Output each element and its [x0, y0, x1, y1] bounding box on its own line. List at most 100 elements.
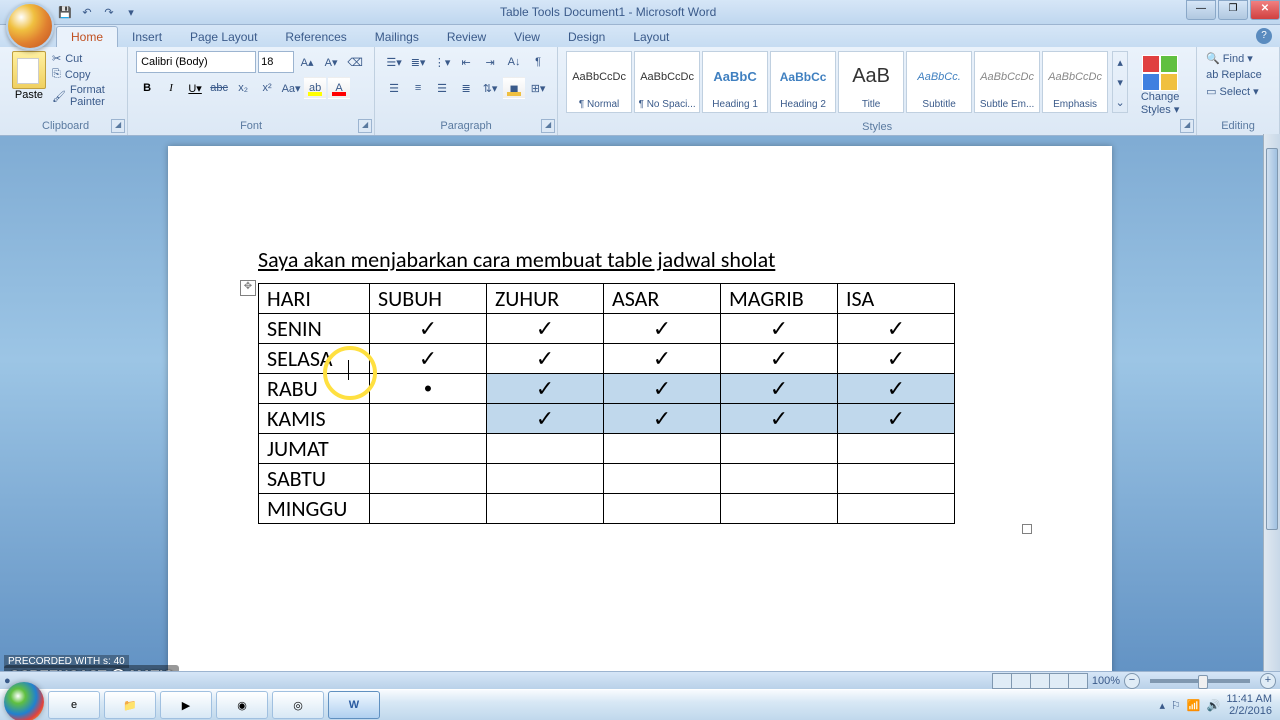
- style-item[interactable]: AaBTitle: [838, 51, 904, 113]
- undo-icon[interactable]: ↶: [78, 3, 96, 21]
- cut-button[interactable]: ✂Cut: [50, 51, 119, 66]
- table-cell[interactable]: ✓: [721, 314, 838, 344]
- zoom-out-button[interactable]: −: [1124, 673, 1140, 689]
- redo-icon[interactable]: ↷: [100, 3, 118, 21]
- page[interactable]: Saya akan menjabarkan cara membuat table…: [168, 146, 1112, 672]
- multilevel-button[interactable]: ⋮▾: [431, 51, 453, 73]
- table-row[interactable]: MINGGU: [259, 494, 955, 524]
- styles-gallery[interactable]: AaBbCcDc¶ NormalAaBbCcDc¶ No Spaci...AaB…: [566, 51, 1108, 113]
- table-header-cell[interactable]: ISA: [838, 284, 955, 314]
- table-cell[interactable]: [721, 464, 838, 494]
- table-cell[interactable]: •: [370, 374, 487, 404]
- table-cell[interactable]: [604, 464, 721, 494]
- change-styles-button[interactable]: Change Styles ▾: [1132, 51, 1188, 120]
- font-size-input[interactable]: [258, 51, 294, 73]
- align-center-button[interactable]: ≡: [407, 77, 429, 99]
- table-cell[interactable]: ✓: [604, 374, 721, 404]
- table-cell[interactable]: [487, 434, 604, 464]
- table-cell[interactable]: ✓: [838, 404, 955, 434]
- tab-insert[interactable]: Insert: [118, 27, 176, 47]
- table-cell[interactable]: [370, 494, 487, 524]
- tab-view[interactable]: View: [500, 27, 554, 47]
- taskbar-app[interactable]: ◎: [272, 691, 324, 719]
- numbering-button[interactable]: ≣▾: [407, 51, 429, 73]
- restore-button[interactable]: ❐: [1218, 0, 1248, 20]
- clear-format-button[interactable]: ⌫: [344, 51, 366, 73]
- table-cell[interactable]: ✓: [838, 374, 955, 404]
- minimize-button[interactable]: —: [1186, 0, 1216, 20]
- scrollbar-thumb[interactable]: [1266, 148, 1278, 530]
- table-cell[interactable]: [487, 464, 604, 494]
- gallery-more-icon[interactable]: ⌄: [1113, 92, 1127, 112]
- table-cell[interactable]: [838, 494, 955, 524]
- table-row[interactable]: JUMAT: [259, 434, 955, 464]
- taskbar-ie[interactable]: e: [48, 691, 100, 719]
- style-item[interactable]: AaBbCcHeading 2: [770, 51, 836, 113]
- vertical-scrollbar[interactable]: [1263, 134, 1280, 672]
- table-cell[interactable]: ✓: [838, 314, 955, 344]
- table-move-handle[interactable]: ✥: [240, 280, 256, 296]
- format-painter-button[interactable]: 🖌Format Painter: [50, 83, 119, 109]
- day-cell[interactable]: RABU: [259, 374, 370, 404]
- table-cell[interactable]: ✓: [604, 314, 721, 344]
- taskbar-media[interactable]: ▶: [160, 691, 212, 719]
- table-header-cell[interactable]: ASAR: [604, 284, 721, 314]
- table-cell[interactable]: ✓: [487, 374, 604, 404]
- zoom-in-button[interactable]: +: [1260, 673, 1276, 689]
- gallery-up-icon[interactable]: ▴: [1113, 52, 1127, 72]
- outdent-button[interactable]: ⇤: [455, 51, 477, 73]
- tab-home[interactable]: Home: [56, 26, 118, 47]
- taskbar-explorer[interactable]: 📁: [104, 691, 156, 719]
- shrink-font-button[interactable]: A▾: [320, 51, 342, 73]
- replace-button[interactable]: abReplace: [1205, 68, 1263, 82]
- table-cell[interactable]: [370, 404, 487, 434]
- taskbar-word[interactable]: W: [328, 691, 380, 719]
- table-cell[interactable]: [838, 434, 955, 464]
- tab-mailings[interactable]: Mailings: [361, 27, 433, 47]
- table-cell[interactable]: ✓: [487, 344, 604, 374]
- tab-layout[interactable]: Layout: [619, 27, 683, 47]
- table-header-cell[interactable]: ZUHUR: [487, 284, 604, 314]
- table-row[interactable]: SELASA✓✓✓✓✓: [259, 344, 955, 374]
- table-row[interactable]: KAMIS✓✓✓✓: [259, 404, 955, 434]
- gallery-down-icon[interactable]: ▾: [1113, 72, 1127, 92]
- dialog-launcher-icon[interactable]: ◢: [358, 119, 372, 133]
- justify-button[interactable]: ≣: [455, 77, 477, 99]
- table-cell[interactable]: ✓: [370, 314, 487, 344]
- tab-references[interactable]: References: [271, 27, 360, 47]
- borders-button[interactable]: ⊞▾: [527, 77, 549, 99]
- tray-network-icon[interactable]: 📶: [1187, 699, 1201, 712]
- table-header-cell[interactable]: HARI: [259, 284, 370, 314]
- table-cell[interactable]: [721, 494, 838, 524]
- font-name-input[interactable]: [136, 51, 256, 73]
- style-item[interactable]: AaBbCcDc¶ Normal: [566, 51, 632, 113]
- style-item[interactable]: AaBbCcDcSubtle Em...: [974, 51, 1040, 113]
- day-cell[interactable]: SABTU: [259, 464, 370, 494]
- draft-view-button[interactable]: [1068, 673, 1088, 689]
- tray-flag-icon[interactable]: ⚐: [1171, 699, 1181, 712]
- table-cell[interactable]: ✓: [604, 344, 721, 374]
- paste-button[interactable]: Paste: [12, 51, 46, 101]
- web-layout-view-button[interactable]: [1030, 673, 1050, 689]
- style-item[interactable]: AaBbCc.Subtitle: [906, 51, 972, 113]
- subscript-button[interactable]: x₂: [232, 77, 254, 99]
- document-heading[interactable]: Saya akan menjabarkan cara membuat table…: [258, 246, 1022, 273]
- highlight-button[interactable]: ab: [304, 77, 326, 99]
- table-cell[interactable]: ✓: [487, 314, 604, 344]
- table-cell[interactable]: ✓: [604, 404, 721, 434]
- save-icon[interactable]: 💾: [56, 3, 74, 21]
- zoom-level[interactable]: 100%: [1092, 675, 1120, 687]
- table-cell[interactable]: ✓: [721, 344, 838, 374]
- style-item[interactable]: AaBbCcDcEmphasis: [1042, 51, 1108, 113]
- font-color-button[interactable]: A: [328, 77, 350, 99]
- underline-button[interactable]: U▾: [184, 77, 206, 99]
- line-spacing-button[interactable]: ⇅▾: [479, 77, 501, 99]
- office-button[interactable]: [6, 2, 54, 50]
- table-header-cell[interactable]: SUBUH: [370, 284, 487, 314]
- find-button[interactable]: 🔍Find ▾: [1205, 51, 1263, 66]
- day-cell[interactable]: SENIN: [259, 314, 370, 344]
- dialog-launcher-icon[interactable]: ◢: [111, 119, 125, 133]
- day-cell[interactable]: SELASA: [259, 344, 370, 374]
- close-button[interactable]: ✕: [1250, 0, 1280, 20]
- table-row[interactable]: SABTU: [259, 464, 955, 494]
